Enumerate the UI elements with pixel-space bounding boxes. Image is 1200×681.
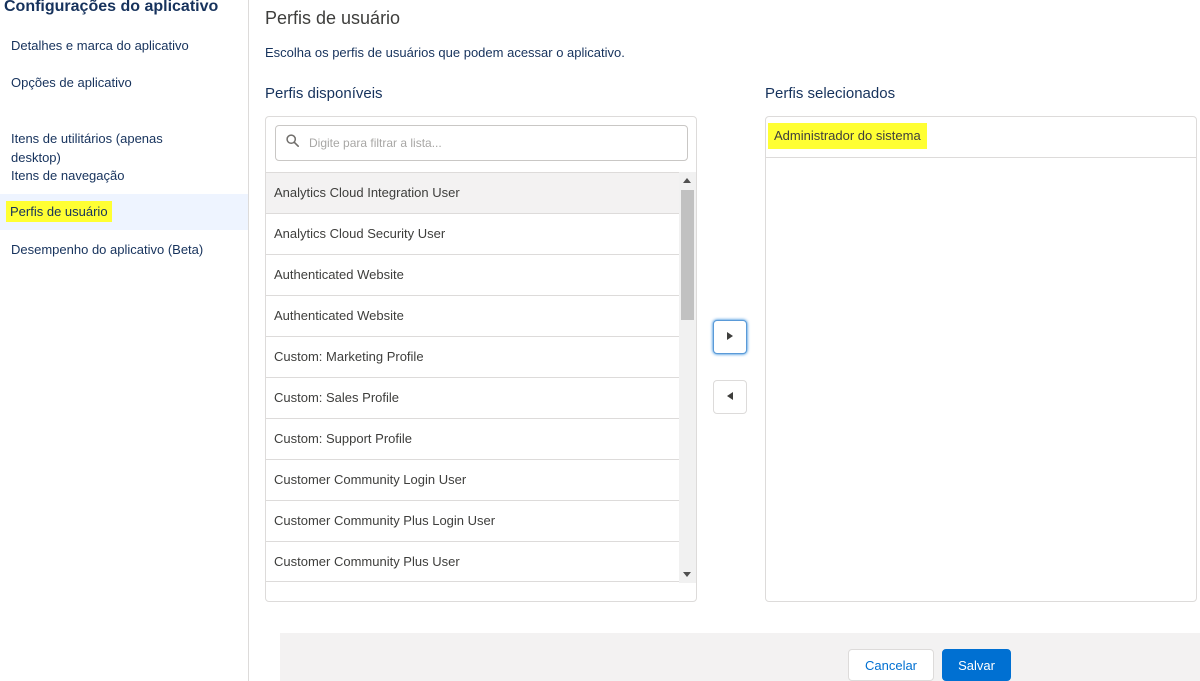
list-item[interactable]: Customer Community Login User <box>266 459 679 500</box>
scroll-up-arrow-icon[interactable] <box>683 178 691 183</box>
selected-item-label: Administrador do sistema <box>768 123 927 149</box>
list-item[interactable]: Analytics Cloud Security User <box>266 213 679 254</box>
search-field[interactable] <box>275 125 688 161</box>
sidebar-item-label: Detalhes e marca do aplicativo <box>11 38 189 53</box>
sidebar-item-navigation-items[interactable]: Itens de navegação <box>0 166 248 185</box>
sidebar-item-app-options[interactable]: Opções de aplicativo <box>0 73 248 92</box>
sidebar-item-label: Itens de utilitários (apenas desktop) <box>11 131 163 165</box>
cancel-button[interactable]: Cancelar <box>848 649 934 681</box>
sidebar-item-app-performance[interactable]: Desempenho do aplicativo (Beta) <box>0 240 248 259</box>
app-settings-sidebar: Configurações do aplicativo Detalhes e m… <box>0 0 249 681</box>
move-to-selected-button[interactable] <box>713 320 747 354</box>
list-item[interactable]: Authenticated Website <box>266 295 679 336</box>
sidebar-item-label: Perfis de usuário <box>6 201 112 222</box>
list-item[interactable]: Custom: Marketing Profile <box>266 336 679 377</box>
available-profiles-listbox: Analytics Cloud Integration User Analyti… <box>265 116 697 602</box>
sidebar-item-label: Desempenho do aplicativo (Beta) <box>11 242 204 257</box>
sidebar-item-utility-items[interactable]: Itens de utilitários (apenas desktop) <box>0 110 248 167</box>
page-title: Perfis de usuário <box>265 8 401 28</box>
list-item[interactable]: Customer Community Plus Login User <box>266 500 679 541</box>
scroll-down-arrow-icon[interactable] <box>683 572 691 577</box>
move-to-available-button[interactable] <box>713 380 747 414</box>
selected-profiles-label: Perfis selecionados <box>765 85 896 102</box>
sidebar-item-label: Itens de navegação <box>11 168 125 183</box>
selected-list-item[interactable]: Administrador do sistema <box>766 117 1196 158</box>
footer-bar: Cancelar Salvar <box>280 633 1200 681</box>
save-button[interactable]: Salvar <box>942 649 1011 681</box>
list-item[interactable]: Custom: Sales Profile <box>266 377 679 418</box>
sidebar-item-app-details[interactable]: Detalhes e marca do aplicativo <box>0 36 248 55</box>
list-item[interactable]: Analytics Cloud Integration User <box>266 172 679 213</box>
search-icon <box>286 134 299 152</box>
chevron-right-icon <box>726 328 734 346</box>
sidebar-title: Configurações do aplicativo <box>4 0 219 15</box>
selected-profiles-listbox: Administrador do sistema <box>765 116 1197 602</box>
available-profiles-label: Perfis disponíveis <box>265 85 383 102</box>
chevron-left-icon <box>726 388 734 406</box>
list-item[interactable]: Custom: Support Profile <box>266 418 679 459</box>
page-description: Escolha os perfis de usuários que podem … <box>265 45 625 60</box>
list-scrollbar[interactable] <box>679 172 696 583</box>
list-item[interactable]: Customer Community Plus User <box>266 541 679 582</box>
sidebar-item-label: Opções de aplicativo <box>11 75 132 90</box>
main-content: Perfis de usuário Escolha os perfis de u… <box>249 0 1200 681</box>
sidebar-item-user-profiles[interactable]: Perfis de usuário <box>0 194 248 230</box>
scroll-thumb[interactable] <box>681 190 694 320</box>
list-item[interactable]: Authenticated Website <box>266 254 679 295</box>
search-input[interactable] <box>307 135 671 151</box>
